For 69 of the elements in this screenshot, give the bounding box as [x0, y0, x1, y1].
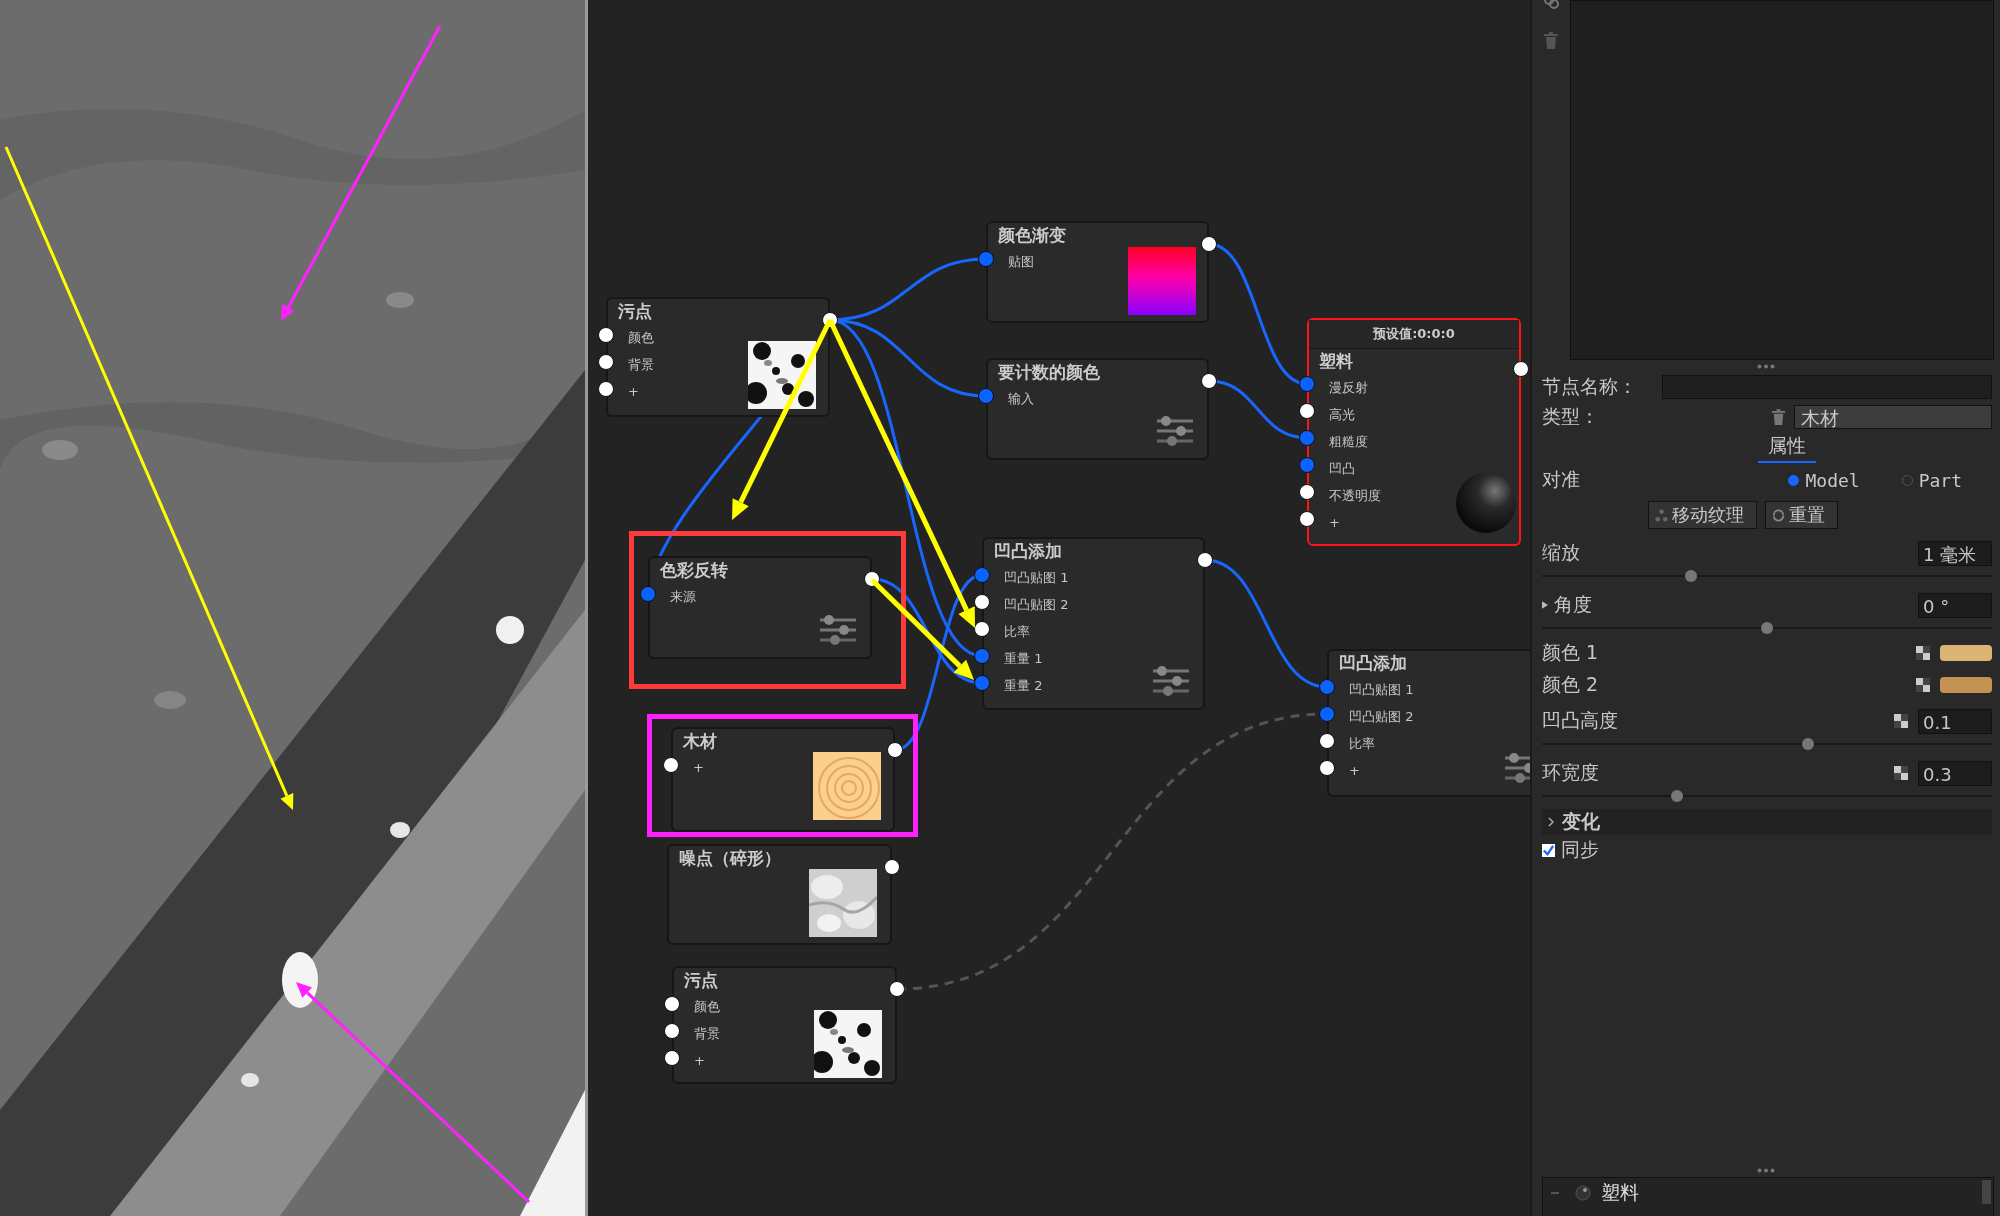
panel-button[interactable]: 移动纹理	[1648, 501, 1757, 529]
port-label: +	[1349, 763, 1360, 778]
group-header[interactable]: 变化	[1542, 809, 1992, 835]
graph-node[interactable]: 要计数的颜色 输入	[986, 358, 1209, 460]
field-label: 对准	[1542, 467, 1580, 492]
property-label: 环宽度	[1542, 760, 1599, 785]
port-label: 凹凸	[1329, 459, 1355, 478]
node-title: 污点	[683, 969, 719, 992]
graph-node[interactable]: 颜色渐变 贴图	[986, 221, 1209, 323]
port-label: 比率	[1349, 734, 1375, 753]
port-label: 颜色	[628, 328, 654, 347]
node-header: 预设值:0:0:0	[1309, 320, 1519, 349]
port-label: 高光	[1329, 405, 1355, 424]
property-label: 凹凸高度	[1542, 708, 1618, 733]
port-label: 粗糙度	[1329, 432, 1368, 451]
node-title: 要计数的颜色	[997, 361, 1101, 384]
field-label: 节点名称：	[1542, 374, 1637, 399]
graph-node[interactable]: 木材 +	[671, 727, 895, 832]
port-label: 重量 1	[1004, 649, 1043, 668]
graph-node[interactable]: 凹凸添加 凹凸贴图 1 凹凸贴图 2 比率 重量 1 重量 2	[982, 537, 1205, 710]
group-label: 变化	[1562, 809, 1600, 834]
port-label: +	[1329, 515, 1340, 530]
type-dropdown[interactable]: 木材	[1794, 405, 1992, 429]
graph-node[interactable]: 色彩反转 来源	[648, 556, 872, 659]
port-label: 漫反射	[1329, 378, 1368, 397]
node-title: 颜色渐变	[997, 224, 1067, 247]
port-label: +	[628, 384, 639, 399]
port-label: +	[693, 760, 704, 775]
node-title: 污点	[617, 300, 653, 323]
port-label: 输入	[1008, 389, 1034, 408]
port-label: 凹凸贴图 2	[1349, 707, 1414, 726]
radio-option[interactable]: Model	[1788, 469, 1860, 491]
port-label: 贴图	[1008, 252, 1034, 271]
graph-node[interactable]: 凹凸添加 凹凸贴图 1 凹凸贴图 2 比率 +	[1327, 649, 1530, 797]
sync-checkbox[interactable]: 同步	[1542, 835, 1992, 865]
property-label: 角度	[1554, 592, 1592, 617]
value-field[interactable]: 0.1	[1918, 708, 1992, 734]
property-label: 颜色 1	[1542, 640, 1599, 665]
node-title: 噪点（碎形）	[678, 847, 782, 870]
node-title: 色彩反转	[659, 559, 729, 582]
port-label: 凹凸贴图 2	[1004, 595, 1069, 614]
node-title: 凹凸添加	[993, 540, 1063, 563]
field-label: 类型：	[1542, 404, 1599, 429]
radio-option[interactable]: Part	[1901, 469, 1962, 491]
value-field[interactable]: 0 °	[1918, 592, 1992, 618]
port-label: 来源	[670, 587, 696, 606]
port-label: 不透明度	[1329, 486, 1381, 505]
port-label: 比率	[1004, 622, 1030, 641]
port-label: 凹凸贴图 1	[1349, 680, 1414, 699]
graph-node[interactable]: 污点 颜色 背景 +	[606, 297, 830, 417]
graph-node[interactable]: 噪点（碎形）	[667, 844, 892, 945]
graph-node[interactable]: 污点 颜色 背景 +	[672, 966, 897, 1084]
port-label: 背景	[628, 355, 654, 374]
graph-node[interactable]: 预设值:0:0:0 塑料 漫反射 高光 粗糙度 凹凸 不透明度 +	[1307, 318, 1521, 546]
port-label: 颜色	[694, 997, 720, 1016]
value-field[interactable]: 0.3	[1918, 760, 1992, 786]
node-title: 木材	[682, 730, 718, 753]
properties-tab[interactable]: 属性	[1758, 433, 1816, 463]
node-title: 塑料	[1318, 350, 1354, 373]
port-label: 重量 2	[1004, 676, 1043, 695]
property-label: 颜色 2	[1542, 672, 1599, 697]
tree-item[interactable]: 塑料	[1543, 1178, 1993, 1208]
port-label: 背景	[694, 1024, 720, 1043]
node-title: 凹凸添加	[1338, 652, 1408, 675]
port-label: +	[694, 1053, 705, 1068]
property-label: 缩放	[1542, 540, 1580, 565]
value-field[interactable]: 1 毫米	[1918, 540, 1992, 566]
panel-button[interactable]: 重置	[1765, 501, 1838, 529]
port-label: 凹凸贴图 1	[1004, 568, 1069, 587]
